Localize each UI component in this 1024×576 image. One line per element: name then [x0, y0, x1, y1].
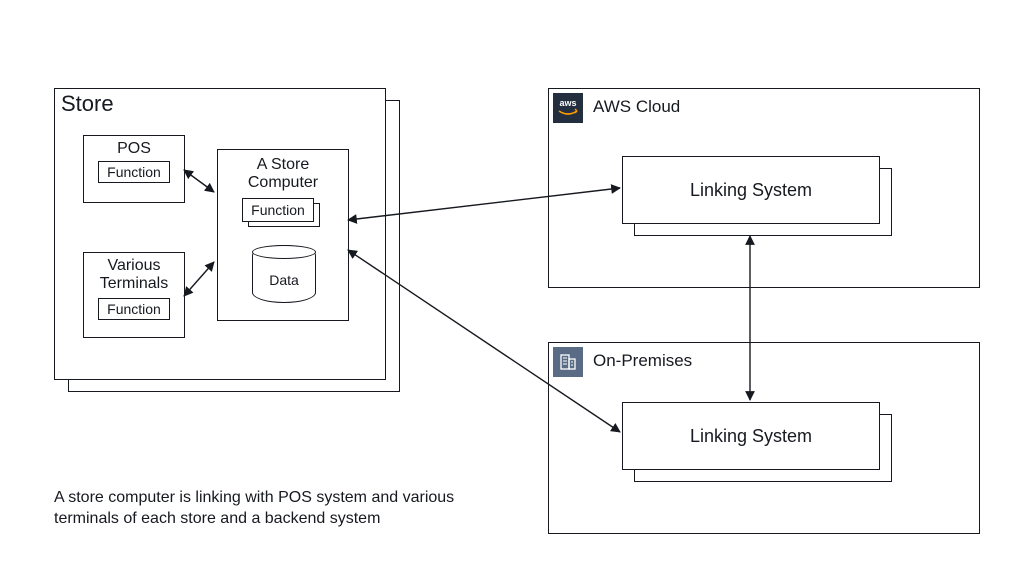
terminals-function: Function: [98, 298, 170, 320]
svg-text:aws: aws: [559, 98, 576, 108]
terminals-title: Various Terminals: [84, 257, 184, 294]
pos-title: POS: [84, 140, 184, 158]
onprem-title: On-Premises: [593, 351, 692, 371]
pos-box: POS Function: [83, 135, 185, 203]
pos-function: Function: [98, 161, 170, 183]
data-cylinder: Data: [252, 245, 316, 303]
store-title: Store: [61, 91, 114, 117]
store-group: Store POS Function Various Terminals Fun…: [54, 88, 386, 380]
computer-function-label: Function: [243, 199, 313, 221]
diagram-caption: A store computer is linking with POS sys…: [54, 488, 514, 530]
terminals-box: Various Terminals Function: [83, 252, 185, 338]
store-computer-box: A Store Computer Function Data: [217, 149, 349, 321]
cloud-linking-box: Linking System: [622, 156, 880, 224]
store-computer-title: A Store Computer: [218, 156, 348, 193]
onprem-linking-box: Linking System: [622, 402, 880, 470]
cloud-linking-label: Linking System: [690, 180, 812, 201]
onprem-linking-label: Linking System: [690, 426, 812, 447]
aws-cloud-title: AWS Cloud: [593, 97, 680, 117]
computer-function: Function: [242, 198, 314, 222]
onprem-icon: [553, 347, 583, 377]
data-label: Data: [253, 272, 315, 288]
aws-icon: aws: [553, 93, 583, 123]
